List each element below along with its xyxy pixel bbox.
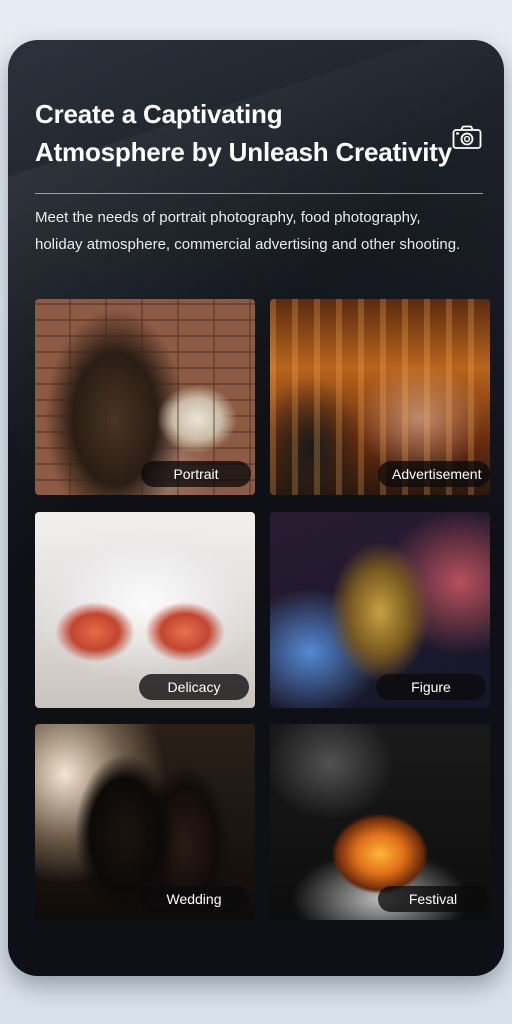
page-title: Create a Captivating Atmosphere by Unlea… [35, 95, 455, 171]
gallery-tile-delicacy[interactable]: Delicacy [35, 512, 255, 708]
tile-label: Advertisement [378, 461, 490, 487]
tile-label: Figure [376, 674, 486, 700]
description-line-2: holiday atmosphere, commercial advertisi… [35, 236, 461, 253]
feature-card: Create a Captivating Atmosphere by Unlea… [8, 40, 504, 976]
gallery-tile-figure[interactable]: Figure [270, 512, 490, 708]
gallery-tile-advertisement[interactable]: Advertisement [270, 299, 490, 495]
tile-label: Delicacy [139, 674, 249, 700]
gallery-tile-wedding[interactable]: Wedding [35, 724, 255, 920]
gallery-tile-festival[interactable]: Festival [270, 724, 490, 920]
gallery-tile-portrait[interactable]: Portrait [35, 299, 255, 495]
page: Create a Captivating Atmosphere by Unlea… [0, 0, 512, 1024]
description: Meet the needs of portrait photography, … [35, 204, 497, 258]
tile-label: Festival [378, 886, 488, 912]
title-line-1: Create a Captivating [35, 99, 283, 129]
title-line-2: Atmosphere by Unleash Creativity [35, 137, 452, 167]
camera-icon [452, 125, 482, 149]
tile-label: Portrait [141, 461, 251, 487]
tile-label: Wedding [139, 886, 249, 912]
description-line-1: Meet the needs of portrait photography, … [35, 209, 421, 226]
divider [35, 193, 483, 194]
